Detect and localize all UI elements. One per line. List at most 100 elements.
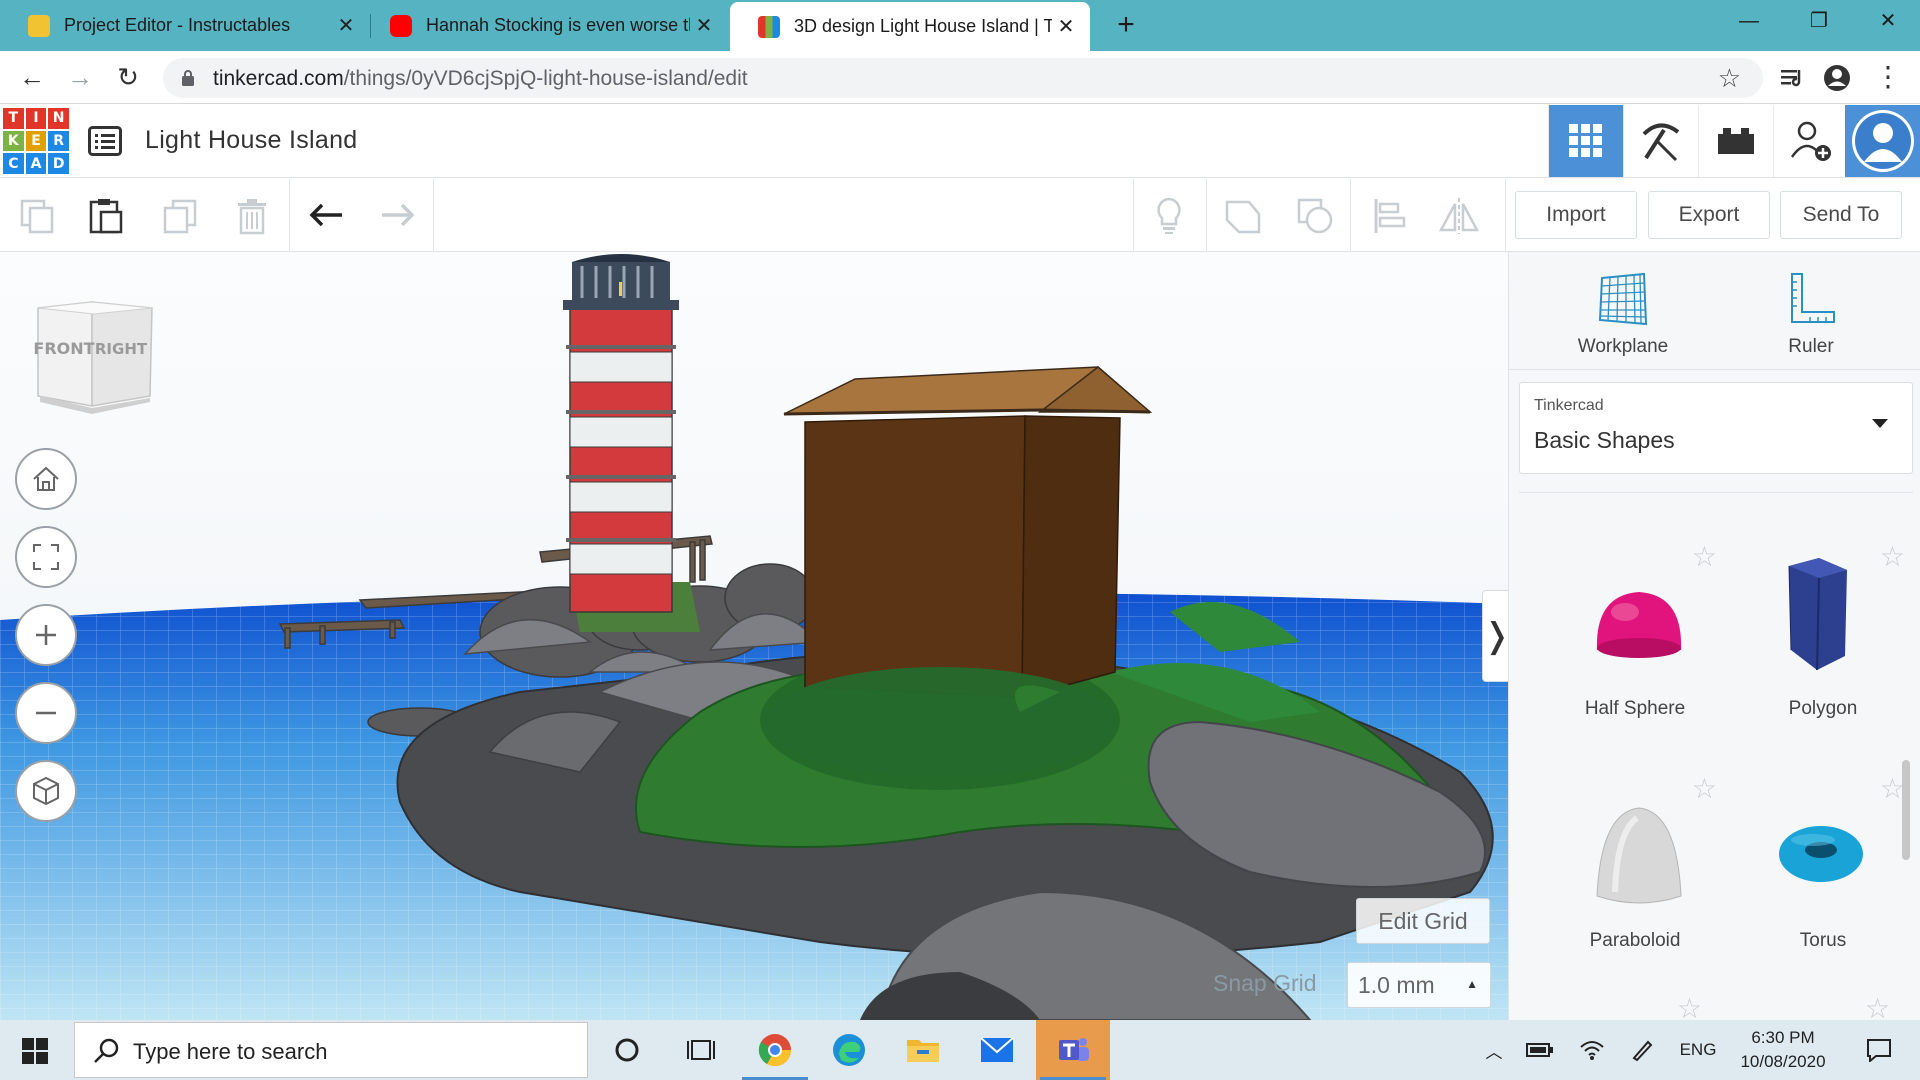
design-title[interactable]: Light House Island <box>145 126 357 155</box>
edit-grid-button[interactable]: Edit Grid <box>1356 898 1490 944</box>
favorite-star-icon[interactable]: ☆ <box>1677 992 1702 1020</box>
restore-icon[interactable]: ❐ <box>1791 0 1847 42</box>
panel-toggle-chevron-icon[interactable]: ❭ <box>1482 590 1508 682</box>
caret-up-icon: ▲ <box>1466 977 1478 991</box>
teams-icon[interactable] <box>1036 1020 1110 1080</box>
url-input[interactable]: tinkercad.com/things/0yVD6cjSpjQ-light-h… <box>163 58 1763 98</box>
delete-button[interactable] <box>227 191 277 241</box>
favorite-star-icon[interactable]: ☆ <box>1692 540 1717 573</box>
tab-title: Hannah Stocking is even worse th <box>426 15 690 35</box>
3d-scene[interactable] <box>0 252 1508 1020</box>
file-explorer-icon[interactable] <box>886 1020 960 1080</box>
ungroup-button[interactable] <box>1290 191 1340 241</box>
snap-grid-select[interactable]: 1.0 mm ▲ <box>1347 962 1491 1008</box>
perspective-button[interactable] <box>15 760 77 822</box>
home-view-button[interactable] <box>15 448 77 510</box>
battery-icon[interactable] <box>1520 1020 1560 1080</box>
copy-button[interactable] <box>12 191 62 241</box>
user-avatar[interactable] <box>1845 105 1920 177</box>
import-button[interactable]: Import <box>1515 191 1637 239</box>
logo-letter: K <box>3 130 24 152</box>
shape-paraboloid[interactable]: ☆ Paraboloid <box>1545 772 1725 992</box>
youtube-icon <box>390 14 412 37</box>
edge-icon[interactable] <box>812 1020 886 1080</box>
favorite-star-icon[interactable]: ☆ <box>1692 772 1717 805</box>
search-icon <box>94 1038 119 1063</box>
grid-view-button[interactable] <box>1548 105 1623 177</box>
new-tab-button[interactable]: + <box>1108 8 1144 44</box>
pickaxe-icon <box>1642 123 1680 162</box>
pen-icon[interactable] <box>1624 1020 1660 1080</box>
minimize-icon[interactable]: — <box>1721 0 1777 42</box>
bookmark-star-icon[interactable]: ☆ <box>1718 63 1741 94</box>
favorite-star-icon[interactable]: ☆ <box>1865 992 1890 1020</box>
design-list-icon[interactable] <box>88 126 122 156</box>
shape-polygon[interactable]: ☆ Polygon <box>1733 540 1913 760</box>
reload-icon[interactable]: ↻ <box>110 59 146 95</box>
notes-button[interactable] <box>1144 191 1194 241</box>
ruler-icon <box>1791 273 1835 323</box>
logo-letter: I <box>25 108 47 129</box>
close-tab-icon[interactable]: ✕ <box>1052 14 1080 39</box>
bricks-button[interactable] <box>1698 105 1773 177</box>
snap-grid-label: Snap Grid <box>1213 970 1317 996</box>
close-tab-icon[interactable]: ✕ <box>690 13 718 38</box>
zoom-in-button[interactable] <box>15 604 77 666</box>
fit-view-button[interactable] <box>15 526 77 588</box>
forward-arrow-icon[interactable]: → <box>62 59 98 95</box>
close-window-icon[interactable]: ✕ <box>1860 0 1916 42</box>
send-to-button[interactable]: Send To <box>1780 191 1902 239</box>
tab-tinkercad[interactable]: 3D design Light House Island | Ti ✕ <box>730 2 1090 51</box>
shape-torus[interactable]: ☆ Torus <box>1733 772 1913 992</box>
wifi-icon[interactable] <box>1572 1020 1612 1080</box>
align-button[interactable] <box>1364 191 1414 241</box>
chrome-icon[interactable] <box>738 1020 812 1080</box>
toolbar-divider <box>433 179 434 252</box>
workspace-canvas[interactable]: FRONT RIGHT ❭ Edit Grid Snap Grid 1.0 mm… <box>0 252 1508 1020</box>
shape-library-select[interactable]: Tinkercad Basic Shapes <box>1519 382 1913 474</box>
invite-button[interactable] <box>1773 105 1848 177</box>
minus-icon <box>36 711 56 715</box>
group-button[interactable] <box>1218 191 1268 241</box>
ruler-tool[interactable]: Ruler <box>1741 270 1881 358</box>
build-button[interactable] <box>1623 105 1698 177</box>
bricks-icon <box>1718 128 1754 154</box>
export-button[interactable]: Export <box>1648 191 1770 239</box>
back-arrow-icon[interactable]: ← <box>14 59 50 95</box>
redo-button[interactable] <box>372 191 422 241</box>
notifications-icon[interactable] <box>1854 1020 1904 1080</box>
shape-half-sphere[interactable]: ☆ Half Sphere <box>1545 540 1725 760</box>
tinkercad-icon <box>758 15 780 38</box>
taskbar-clock[interactable]: 6:30 PM 10/08/2020 <box>1733 1026 1833 1074</box>
close-tab-icon[interactable]: ✕ <box>332 13 360 38</box>
cortana-icon[interactable] <box>590 1020 664 1080</box>
toolbar-divider <box>1133 179 1134 252</box>
taskbar-search[interactable]: Type here to search <box>74 1022 588 1078</box>
tray-chevron-up-icon[interactable]: ︿ <box>1478 1020 1510 1080</box>
logo-letter: D <box>48 153 69 174</box>
viewcube-right-label: RIGHT <box>95 340 148 358</box>
panel-scrollbar[interactable] <box>1902 760 1910 860</box>
tab-youtube[interactable]: Hannah Stocking is even worse th ✕ <box>362 0 728 51</box>
mail-icon[interactable] <box>960 1020 1034 1080</box>
dropdown-arrow-icon <box>1872 419 1888 428</box>
profile-icon[interactable] <box>1820 61 1854 95</box>
undo-button[interactable] <box>302 191 352 241</box>
view-cube[interactable]: FRONT RIGHT <box>34 298 158 416</box>
tinkercad-logo[interactable]: T I N K E R C A D <box>3 108 69 174</box>
mirror-button[interactable] <box>1434 191 1484 241</box>
windows-start-icon[interactable] <box>22 1038 48 1064</box>
task-view-icon[interactable] <box>664 1020 738 1080</box>
browser-menu-icon[interactable]: ⋮ <box>1870 59 1906 95</box>
workplane-tool[interactable]: Workplane <box>1553 270 1693 358</box>
duplicate-button[interactable] <box>155 191 205 241</box>
logo-letter: E <box>25 130 47 152</box>
zoom-out-button[interactable] <box>15 682 77 744</box>
language-indicator[interactable]: ENG <box>1670 1020 1726 1080</box>
tab-instructables[interactable]: Project Editor - Instructables ✕ <box>0 0 370 51</box>
paste-button[interactable] <box>81 191 131 241</box>
toolbar-divider <box>1505 179 1506 252</box>
url-host: tinkercad.com <box>213 67 344 90</box>
media-control-icon[interactable] <box>1775 61 1809 95</box>
favorite-star-icon[interactable]: ☆ <box>1880 540 1905 573</box>
